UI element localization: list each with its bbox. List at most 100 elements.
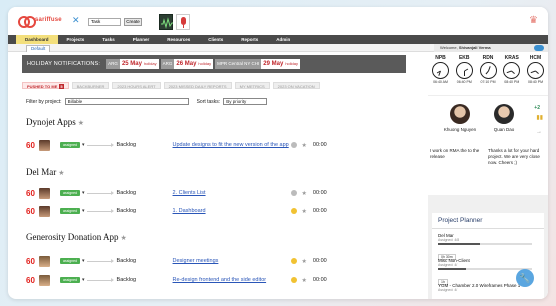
task-row: 60 assigned ▾ Backlog Re-design frontend… [26,274,366,286]
more-count-badge[interactable]: +2 [534,105,540,111]
project-title[interactable]: Generosity Donation App ★ [26,232,127,242]
task-title-link[interactable]: Re-design frontend and the side editor [173,277,291,283]
holiday-name: holiday [143,61,157,66]
tab-on-vacation[interactable]: 2023 ON VACATION [272,82,320,89]
world-clock: HCM 08:40 PM [525,53,546,95]
timer-value[interactable]: 00:00 [313,208,327,214]
team-member[interactable]: Quan Dao [482,104,526,132]
mood-icon[interactable] [290,277,297,283]
status-badge[interactable]: assigned [60,277,81,283]
arrow-right-icon[interactable]: → [536,129,542,135]
timer-value[interactable]: 00:00 [313,190,327,196]
person-message: I work on RMA the to the release [430,148,480,159]
timer-value[interactable]: 00:00 [313,258,327,264]
priority-value[interactable]: 60 [26,189,38,198]
star-icon[interactable]: ★ [302,258,307,265]
avatar [39,187,50,199]
filter-project-label: Filter by project: [26,98,62,105]
tab-backburner[interactable]: BACKBURNER [71,82,110,89]
create-button[interactable]: Create [124,18,142,26]
clock-icon [455,62,473,79]
clock-code: KRAS [504,55,519,61]
filter-row: Filter by project: Billable Sort tasks: … [26,98,268,105]
project-filter-select[interactable]: Billable [64,98,189,105]
planner-item-sub: Assigned: 4/ [438,288,458,292]
dashboard-tabs: PUSHED TO ME 5 BACKBURNER 2023 HOURS ALER… [22,82,320,89]
mood-icon[interactable] [290,142,297,148]
welcome-user[interactable]: Shivanjali Verma [459,45,491,50]
activity-monitor-button[interactable] [159,14,173,30]
tab-default[interactable]: Default [26,45,51,52]
star-icon[interactable]: ★ [302,277,307,284]
task-title-link[interactable]: Designer meetings [173,258,291,264]
project-title[interactable]: Dynojet Apps ★ [26,117,84,127]
task-row: 60 assigned ▾ Backlog 2. Clients List ★ … [26,187,366,199]
clock-time: 06:40 PM [456,80,472,84]
chevron-down-icon[interactable]: ▾ [82,277,85,283]
world-clock: RDN 07:10 PM [478,53,499,95]
chevron-down-icon[interactable]: ▾ [82,208,85,214]
sort-select[interactable]: By priority [223,98,268,105]
nav-clients[interactable]: Clients [199,35,232,44]
planner-progress [438,243,532,245]
right-sidebar: NPB 06:40 AM EKB 06:40 PM RDN 07:10 PM K… [428,53,548,299]
nav-tasks[interactable]: Tasks [93,35,123,44]
help-wrench-icon[interactable]: 🔧 [516,269,534,287]
task-stage: Backlog [116,258,137,264]
nav-reports[interactable]: Reports [232,35,267,44]
microphone-button[interactable] [176,14,190,30]
notes-icon[interactable]: ▮▮ [536,114,543,121]
main-nav: Dashboard Projects Tasks Planner Resourc… [8,35,548,44]
task-stage: Backlog [116,142,137,148]
priority-value[interactable]: 60 [26,257,38,266]
crown-icon[interactable]: ♛ [529,15,538,26]
mood-icon[interactable] [290,190,297,196]
tab-my-metrics[interactable]: MY METRICS [234,82,270,89]
tab-pushed-to-me[interactable]: PUSHED TO ME 5 [22,82,69,89]
chevron-down-icon[interactable]: ▾ [82,190,85,196]
dashboard-main: HOLIDAY NOTIFICATIONS: ARG 25 May holida… [18,55,420,291]
star-icon[interactable]: ★ [78,119,84,127]
priority-value[interactable]: 60 [26,276,38,285]
status-badge[interactable]: assigned [60,190,81,196]
task-title-link[interactable]: Update designs to fit the new version of… [173,142,291,148]
nav-dashboard[interactable]: Dashboard [16,35,58,44]
clock-icon [479,62,497,79]
logo[interactable]: sariffuse [18,16,62,28]
nav-planner[interactable]: Planner [124,35,159,44]
star-icon[interactable]: ★ [302,142,307,149]
task-row: 60 assigned ▾ Backlog Update designs to … [26,139,366,151]
nav-admin[interactable]: Admin [267,35,299,44]
team-member[interactable]: Khuong Nguyen [438,104,482,132]
status-badge[interactable]: assigned [60,258,81,264]
timer-value[interactable]: 00:00 [313,277,327,283]
nav-projects[interactable]: Projects [58,35,94,44]
project-title[interactable]: Del Mar ★ [26,167,65,177]
priority-value[interactable]: 60 [26,141,38,150]
mood-icon[interactable] [290,258,297,264]
person-message: Thanks a lot for your hard project. We a… [488,148,540,165]
status-badge[interactable]: assigned [60,208,81,214]
chevron-down-icon[interactable]: ▾ [82,258,85,264]
timer-value[interactable]: 00:00 [313,142,327,148]
tab-missed-reports[interactable]: 2023 MISSED DAILY REPORTS [163,82,232,89]
expand-icon[interactable]: ✕ [72,15,80,26]
task-type-select[interactable]: Task [88,18,121,26]
star-icon[interactable]: ★ [58,169,64,177]
avatar [494,104,514,124]
star-icon[interactable]: ★ [302,208,307,215]
priority-value[interactable]: 60 [26,207,38,216]
tab-count-badge: 5 [59,84,64,89]
star-icon[interactable]: ★ [302,190,307,197]
tab-hours-alert[interactable]: 2023 HOURS ALERT [112,82,161,89]
nav-resources[interactable]: Resources [158,35,199,44]
task-title-link[interactable]: 1. Dashboard [173,208,291,214]
task-title-link[interactable]: 2. Clients List [173,190,291,196]
mood-icon[interactable] [290,208,297,214]
chevron-down-icon[interactable]: ▾ [82,142,85,148]
status-badge[interactable]: assigned [60,142,81,148]
star-icon[interactable]: ★ [121,234,127,242]
avatar [39,255,50,267]
toggle-switch[interactable] [534,45,544,51]
planner-progress [438,268,532,270]
